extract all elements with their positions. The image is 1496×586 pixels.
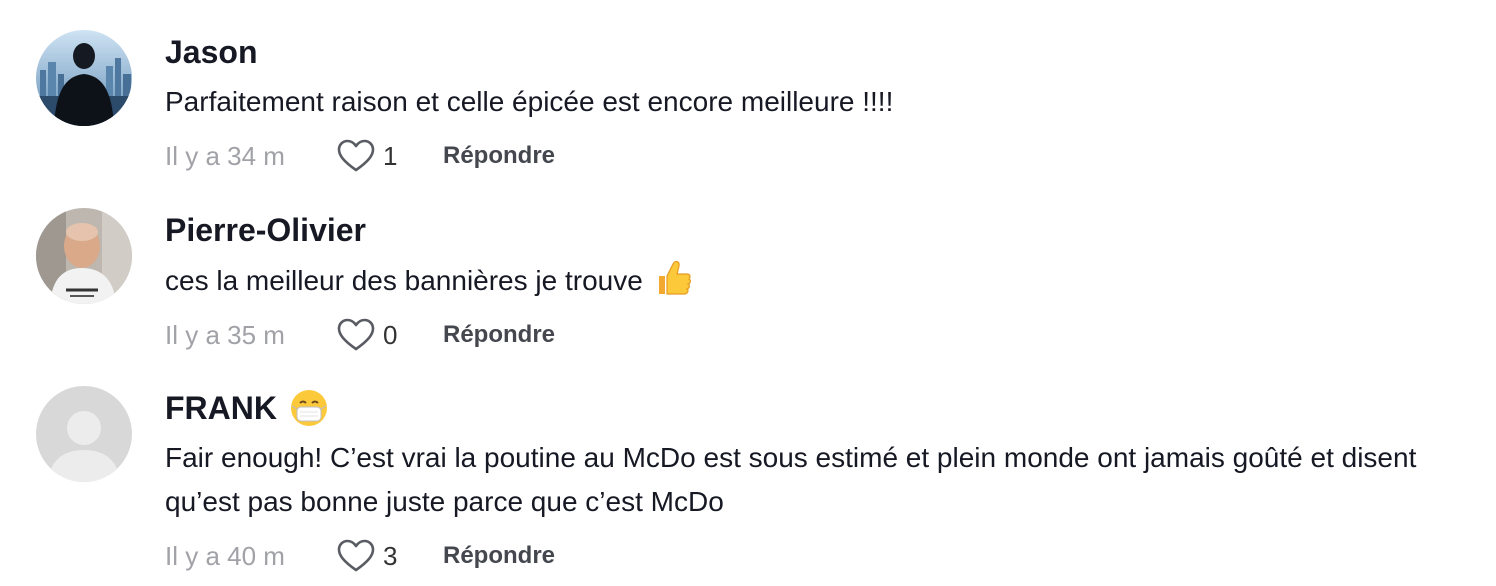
username-text: FRANK [165,390,277,426]
timestamp: Il y a 34 m [165,140,285,171]
face-with-medical-mask-icon [289,388,329,428]
comment-meta: Il y a 40 m 3 Répondre [165,534,1456,578]
comment-text: Fair enough! C’est vrai la poutine au Mc… [165,442,1417,517]
like-button[interactable]: 0 [337,318,443,352]
like-count: 3 [383,540,398,571]
comment-meta: Il y a 34 m 1 Répondre [165,134,1456,178]
heart-icon[interactable] [337,139,375,173]
reply-button[interactable]: Répondre [443,542,555,570]
username[interactable]: FRANK [165,386,1456,430]
timestamp: Il y a 35 m [165,319,285,350]
like-button[interactable]: 3 [337,539,443,573]
reply-button[interactable]: Répondre [443,142,555,170]
username[interactable]: Jason [165,30,1456,74]
comment-text-content: ces la meilleur des bannières je trouve [165,265,643,296]
comment-meta: Il y a 35 m 0 Répondre [165,313,1456,357]
like-button[interactable]: 1 [337,139,443,173]
reply-button[interactable]: Répondre [443,321,555,349]
heart-icon[interactable] [337,539,375,573]
like-count: 0 [383,319,398,350]
comment-text: Parfaitement raison et celle épicée est … [165,86,894,117]
username[interactable]: Pierre-Olivier [165,208,1456,252]
avatar[interactable] [36,30,132,126]
comment-text: ces la meilleur des bannières je trouve [165,258,1456,303]
timestamp: Il y a 40 m [165,540,285,571]
thumbs-up-icon [653,258,693,298]
like-count: 1 [383,140,398,171]
avatar[interactable] [36,386,132,482]
avatar[interactable] [36,208,132,304]
heart-icon[interactable] [337,318,375,352]
